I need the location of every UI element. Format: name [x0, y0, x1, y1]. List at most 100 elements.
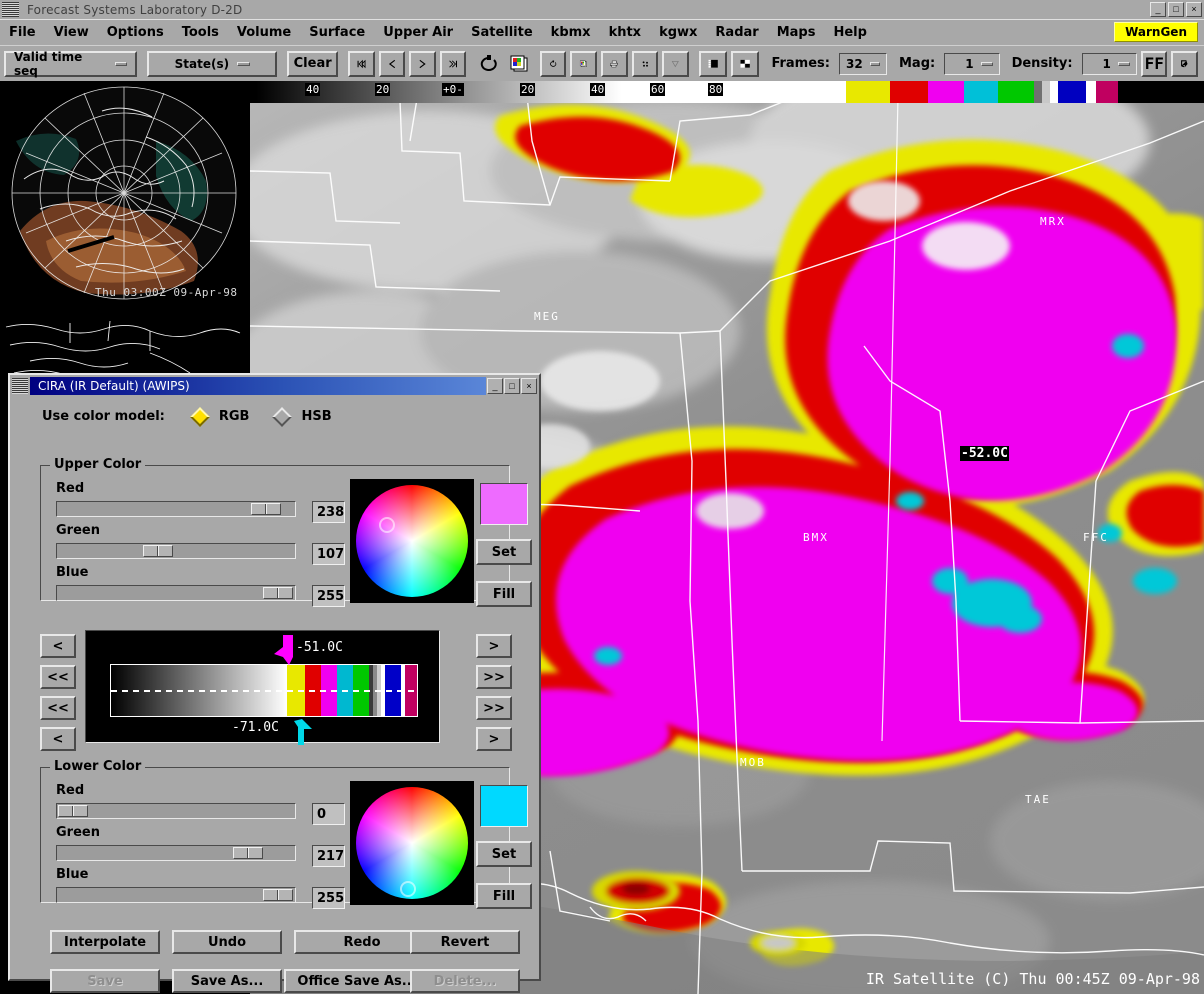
next-frame-button[interactable] [409, 50, 436, 77]
prev-frame-button[interactable] [378, 50, 406, 77]
upper-green-value[interactable]: 107 [312, 543, 345, 565]
menu-radar[interactable]: Radar [706, 23, 767, 42]
upper-fill-button[interactable]: Fill [476, 581, 532, 607]
mag-stepper[interactable]: 1 [944, 52, 1000, 75]
dialog-title: CIRA (IR Default) (AWIPS) [38, 379, 190, 393]
upper-color-wheel[interactable] [350, 479, 474, 603]
upper-green-slider[interactable] [56, 543, 296, 559]
last-frame-icon [448, 59, 457, 68]
colorbar-left-btn-1[interactable]: < [40, 634, 76, 658]
pointer-button[interactable] [662, 50, 689, 77]
upper-green-label: Green [56, 523, 100, 538]
lower-fill-button[interactable]: Fill [476, 883, 532, 909]
menu-volume[interactable]: Volume [228, 23, 300, 42]
lower-blue-value[interactable]: 255 [312, 887, 345, 909]
colorbar-left-btn-4[interactable]: < [40, 727, 76, 751]
valid-time-seq-menu[interactable]: Valid time seq [4, 50, 138, 78]
lower-set-button[interactable]: Set [476, 841, 532, 867]
polar-overview-map[interactable] [6, 81, 246, 306]
panes-vertical-button[interactable] [698, 50, 728, 77]
menu-upper-air[interactable]: Upper Air [374, 23, 462, 42]
radio-hsb[interactable] [272, 406, 293, 427]
points-button[interactable] [631, 50, 659, 77]
undo-button[interactable]: Undo [172, 930, 282, 954]
menu-options[interactable]: Options [98, 23, 173, 42]
colorbar-left-btn-2[interactable]: << [40, 665, 76, 689]
colorbar-lower-label: -71.0C [232, 720, 279, 735]
lower-green-thumb[interactable] [232, 847, 263, 859]
lower-green-slider[interactable] [56, 845, 296, 861]
menu-kgwx[interactable]: kgwx [650, 23, 706, 42]
colorbar-right-btn-3[interactable]: >> [476, 696, 512, 720]
clear-button[interactable]: Clear [287, 50, 338, 77]
dialog-maximize-icon[interactable]: □ [504, 378, 520, 394]
window-menu-grip[interactable] [2, 2, 19, 17]
print-button[interactable] [601, 50, 628, 77]
lower-red-thumb[interactable] [58, 805, 88, 817]
revert-button[interactable]: Revert [410, 930, 520, 954]
menu-kbmx[interactable]: kbmx [542, 23, 600, 42]
colorbar-right-btn-4[interactable]: > [476, 727, 512, 751]
colorbar-lower-marker[interactable] [294, 719, 318, 745]
satellite-timestamp: IR Satellite (C) Thu 00:45Z 09-Apr-98 [865, 970, 1200, 988]
upper-red-slider[interactable] [56, 501, 296, 517]
lower-color-swatch [480, 785, 528, 827]
inset-timestamp: Thu 03:00Z 09-Apr-98 [95, 286, 238, 299]
loop-boxed-button[interactable] [539, 50, 567, 77]
menu-tools[interactable]: Tools [173, 23, 228, 42]
cira-color-editor-dialog[interactable]: CIRA (IR Default) (AWIPS) _ □ × Use colo… [8, 373, 541, 993]
upper-color-wheel-disc[interactable] [356, 485, 468, 597]
lower-green-value[interactable]: 217 [312, 845, 345, 867]
lower-color-wheel[interactable] [350, 781, 474, 905]
menu-help[interactable]: Help [824, 23, 875, 42]
ir-color-scale[interactable] [250, 81, 1204, 103]
upper-set-button[interactable]: Set [476, 539, 532, 565]
upper-green-thumb[interactable] [142, 545, 173, 557]
states-menu[interactable]: State(s) [147, 50, 278, 77]
colorbar-gradient[interactable] [110, 664, 418, 717]
dialog-minimize-icon[interactable]: _ [487, 378, 503, 394]
upper-blue-slider[interactable] [56, 585, 296, 601]
image-layers-boxed-button[interactable] [570, 50, 598, 77]
panes-grid-button[interactable] [731, 50, 760, 77]
upper-red-value[interactable]: 238 [312, 501, 345, 523]
lower-red-slider[interactable] [56, 803, 296, 819]
ff-button[interactable]: FF [1140, 50, 1168, 77]
lower-color-wheel-disc[interactable] [356, 787, 468, 899]
density-stepper[interactable]: 1 [1081, 52, 1137, 75]
loop-button[interactable] [476, 50, 503, 77]
interpolate-button[interactable]: Interpolate [50, 930, 160, 954]
upper-blue-row: Blue [56, 565, 296, 601]
upper-blue-thumb[interactable] [263, 587, 293, 599]
lower-red-value[interactable]: 0 [312, 803, 345, 825]
close-icon[interactable]: × [1186, 2, 1202, 17]
colorbar-right-btn-2[interactable]: >> [476, 665, 512, 689]
dialog-close-icon[interactable]: × [521, 378, 537, 394]
menu-khtx[interactable]: khtx [600, 23, 651, 42]
colorbar-canvas[interactable]: -51.0C -71.0C [85, 630, 440, 745]
reverse-arrow-button[interactable] [1171, 50, 1199, 77]
save-as-button[interactable]: Save As... [172, 969, 282, 993]
menu-satellite[interactable]: Satellite [462, 23, 542, 42]
menu-maps[interactable]: Maps [768, 23, 825, 42]
office-save-as-button[interactable]: Office Save As... [284, 969, 430, 993]
dialog-menu-grip[interactable] [12, 378, 28, 394]
last-frame-button[interactable] [439, 50, 467, 77]
maximize-icon[interactable]: □ [1168, 2, 1184, 17]
upper-blue-value[interactable]: 255 [312, 585, 345, 607]
lower-blue-thumb[interactable] [263, 889, 293, 901]
colorbar-right-btn-1[interactable]: > [476, 634, 512, 658]
menu-file[interactable]: File [0, 23, 45, 42]
menu-surface[interactable]: Surface [300, 23, 374, 42]
minimize-icon[interactable]: _ [1150, 2, 1166, 17]
radio-rgb[interactable] [189, 406, 210, 427]
frames-stepper[interactable]: 32 [839, 52, 887, 75]
first-frame-button[interactable] [347, 50, 375, 77]
menu-view[interactable]: View [45, 23, 98, 42]
colorbar-left-btn-3[interactable]: << [40, 696, 76, 720]
warngen-button[interactable]: WarnGen [1114, 22, 1198, 42]
colorbar-upper-marker[interactable] [271, 635, 295, 667]
upper-red-thumb[interactable] [251, 503, 282, 515]
image-properties-button[interactable] [506, 50, 532, 77]
lower-blue-slider[interactable] [56, 887, 296, 903]
